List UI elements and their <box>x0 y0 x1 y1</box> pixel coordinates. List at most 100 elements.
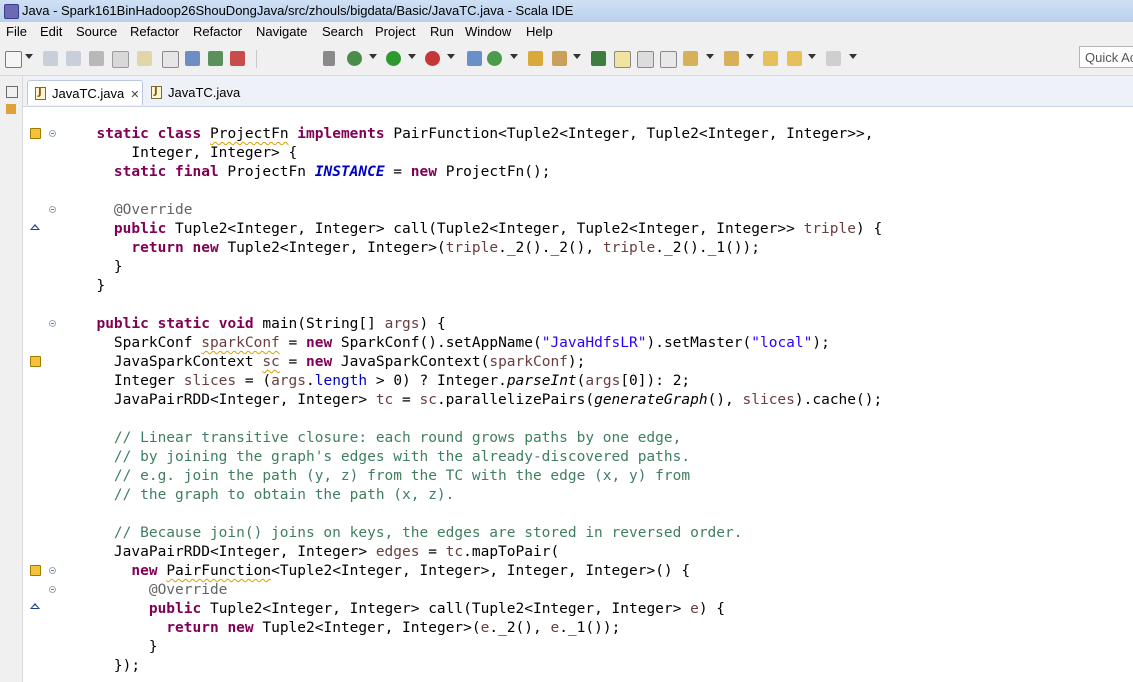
warning-icon <box>30 128 41 139</box>
menu-file[interactable]: File <box>6 24 27 39</box>
new-class-dropdown-icon[interactable] <box>510 54 518 59</box>
code-line[interactable]: static final ProjectFn INSTANCE = new Pr… <box>79 163 882 182</box>
tab-javatc-java-2[interactable]: JavaTC.java <box>144 80 244 105</box>
new-icon[interactable] <box>5 51 22 68</box>
print-icon[interactable] <box>89 51 104 66</box>
search-icon[interactable] <box>552 51 567 66</box>
code-line[interactable]: new PairFunction<Tuple2<Integer, Integer… <box>79 562 882 581</box>
previous-edit-icon[interactable] <box>724 51 739 66</box>
run-icon[interactable] <box>386 51 401 66</box>
show-whitespace-icon[interactable] <box>660 51 677 68</box>
code-line[interactable]: ​ <box>79 296 882 315</box>
tab-label: JavaTC.java <box>52 86 125 101</box>
package-explorer-icon[interactable] <box>6 104 16 114</box>
new-class-icon[interactable] <box>487 51 502 66</box>
quick-access-input[interactable]: Quick Ac <box>1079 46 1133 68</box>
next-edit-icon[interactable] <box>683 51 698 66</box>
override-indicator-icon <box>30 224 40 230</box>
block-selection-icon[interactable] <box>637 51 654 68</box>
fold-toggle-icon[interactable] <box>49 130 56 137</box>
code-line[interactable]: public Tuple2<Integer, Integer> call(Tup… <box>79 600 882 619</box>
tab-javatc-java[interactable]: JavaTC.java ✕ <box>27 80 143 105</box>
skip-breakpoints-icon[interactable] <box>323 51 335 66</box>
code-line[interactable]: public static void main(String[] args) { <box>79 315 882 334</box>
debug-icon[interactable] <box>347 51 362 66</box>
open-type-icon[interactable] <box>185 51 200 66</box>
save-all-icon[interactable] <box>66 51 81 66</box>
code-line[interactable]: JavaPairRDD<Integer, Integer> edges = tc… <box>79 543 882 562</box>
code-line[interactable]: // Linear transitive closure: each round… <box>79 429 882 448</box>
code-line[interactable]: JavaSparkContext sc = new JavaSparkConte… <box>79 353 882 372</box>
back-icon[interactable] <box>787 51 802 66</box>
code-line[interactable]: @Override <box>79 201 882 220</box>
code-line[interactable]: return new Tuple2<Integer, Integer>(trip… <box>79 239 882 258</box>
menu-bar: File Edit Source Refactor Refactor Navig… <box>0 22 1133 42</box>
fold-toggle-icon[interactable] <box>49 567 56 574</box>
toggle-mark-occurrences-icon[interactable] <box>112 51 129 68</box>
last-edit-location-icon[interactable] <box>763 51 778 66</box>
window-title: Java - Spark161BinHadoop26ShouDongJava/s… <box>22 3 574 18</box>
code-line[interactable]: } <box>79 258 882 277</box>
source-code[interactable]: static class ProjectFn implements PairFu… <box>79 125 882 676</box>
code-line[interactable]: } <box>79 277 882 296</box>
warning-icon <box>30 565 41 576</box>
run-dropdown-icon[interactable] <box>408 54 416 59</box>
code-line[interactable]: return new Tuple2<Integer, Integer>(e._2… <box>79 619 882 638</box>
open-folder-icon[interactable] <box>528 51 543 66</box>
menu-refactor[interactable]: Refactor <box>130 24 179 39</box>
code-line[interactable]: ​ <box>79 182 882 201</box>
code-line[interactable]: ​ <box>79 505 882 524</box>
menu-source[interactable]: Source <box>76 24 117 39</box>
code-line[interactable]: JavaPairRDD<Integer, Integer> tc = sc.pa… <box>79 391 882 410</box>
code-line[interactable]: } <box>79 638 882 657</box>
previous-edit-dropdown-icon[interactable] <box>746 54 754 59</box>
code-line[interactable]: static class ProjectFn implements PairFu… <box>79 125 882 144</box>
title-bar: Java - Spark161BinHadoop26ShouDongJava/s… <box>0 0 1133 23</box>
code-line[interactable]: }); <box>79 657 882 676</box>
code-line[interactable]: Integer slices = (args.length > 0) ? Int… <box>79 372 882 391</box>
code-line[interactable]: // e.g. join the path (y, z) from the TC… <box>79 467 882 486</box>
editor-tab-bar: JavaTC.java ✕ JavaTC.java <box>23 76 1133 107</box>
toggle-highlight-icon[interactable] <box>614 51 631 68</box>
next-annotation-icon[interactable] <box>591 51 606 66</box>
menu-edit[interactable]: Edit <box>40 24 62 39</box>
code-line[interactable]: // Because join() joins on keys, the edg… <box>79 524 882 543</box>
debug-dropdown-icon[interactable] <box>369 54 377 59</box>
menu-search[interactable]: Search <box>322 24 363 39</box>
java-doc-icon[interactable] <box>162 51 179 68</box>
forward-dropdown-icon[interactable] <box>849 54 857 59</box>
main-toolbar <box>0 42 1133 76</box>
save-icon[interactable] <box>43 51 58 66</box>
menu-project[interactable]: Project <box>375 24 415 39</box>
new-package-icon[interactable] <box>467 51 482 66</box>
fold-toggle-icon[interactable] <box>49 586 56 593</box>
menu-refactor-2[interactable]: Refactor <box>193 24 242 39</box>
toolbar-separator <box>256 50 257 68</box>
external-tools-dropdown-icon[interactable] <box>447 54 455 59</box>
code-editor[interactable]: static class ProjectFn implements PairFu… <box>23 107 1133 682</box>
menu-navigate[interactable]: Navigate <box>256 24 307 39</box>
code-line[interactable]: SparkConf sparkConf = new SparkConf().se… <box>79 334 882 353</box>
next-edit-dropdown-icon[interactable] <box>706 54 714 59</box>
new-java-project-icon[interactable] <box>208 51 223 66</box>
restore-icon[interactable] <box>6 86 18 98</box>
scala-icon[interactable] <box>137 51 152 66</box>
fold-toggle-icon[interactable] <box>49 206 56 213</box>
back-dropdown-icon[interactable] <box>808 54 816 59</box>
menu-window[interactable]: Window <box>465 24 511 39</box>
external-tools-icon[interactable] <box>425 51 440 66</box>
search-dropdown-icon[interactable] <box>573 54 581 59</box>
new-dropdown-icon[interactable] <box>25 54 33 59</box>
code-line[interactable]: public Tuple2<Integer, Integer> call(Tup… <box>79 220 882 239</box>
code-line[interactable]: Integer, Integer> { <box>79 144 882 163</box>
code-line[interactable]: // by joining the graph's edges with the… <box>79 448 882 467</box>
menu-run[interactable]: Run <box>430 24 454 39</box>
close-icon[interactable]: ✕ <box>130 89 139 101</box>
new-scala-class-icon[interactable] <box>230 51 245 66</box>
forward-icon[interactable] <box>826 51 841 66</box>
code-line[interactable]: @Override <box>79 581 882 600</box>
fold-toggle-icon[interactable] <box>49 320 56 327</box>
code-line[interactable]: ​ <box>79 410 882 429</box>
menu-help[interactable]: Help <box>526 24 553 39</box>
code-line[interactable]: // the graph to obtain the path (x, z). <box>79 486 882 505</box>
